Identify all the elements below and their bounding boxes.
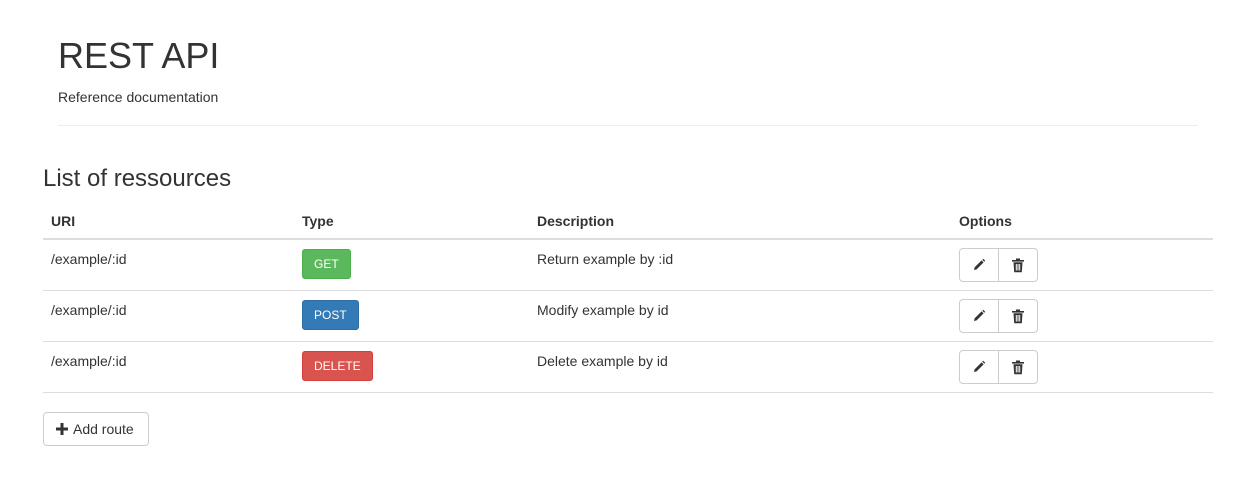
pencil-icon <box>972 258 986 272</box>
edit-button[interactable] <box>959 350 999 384</box>
row-options <box>959 299 1038 333</box>
column-header-type: Type <box>302 213 334 229</box>
edit-button[interactable] <box>959 299 999 333</box>
table-row: /example/:id POST Modify example by id <box>43 291 1213 342</box>
method-badge-post[interactable]: POST <box>302 300 359 330</box>
plus-icon <box>56 423 68 435</box>
method-badge-delete[interactable]: DELETE <box>302 351 373 381</box>
row-options <box>959 350 1038 384</box>
delete-button[interactable] <box>998 299 1038 333</box>
pencil-icon <box>972 360 986 374</box>
add-route-button[interactable]: Add route <box>43 412 149 446</box>
column-header-description: Description <box>537 213 615 229</box>
table-row: /example/:id DELETE Delete example by id <box>43 342 1213 393</box>
trash-icon <box>1011 309 1025 324</box>
trash-icon <box>1011 258 1025 273</box>
route-uri: /example/:id <box>51 353 127 369</box>
route-description: Modify example by id <box>537 302 669 318</box>
page-subtitle: Reference documentation <box>58 89 219 105</box>
route-uri: /example/:id <box>51 251 127 267</box>
route-description: Delete example by id <box>537 353 668 369</box>
pencil-icon <box>972 309 986 323</box>
table-header: URI Type Description Options <box>43 203 1213 240</box>
edit-button[interactable] <box>959 248 999 282</box>
column-header-uri: URI <box>51 213 76 229</box>
route-uri: /example/:id <box>51 302 127 318</box>
column-header-options: Options <box>959 213 1012 229</box>
section-title: List of ressources <box>43 165 232 192</box>
delete-button[interactable] <box>998 350 1038 384</box>
route-description: Return example by :id <box>537 251 674 267</box>
delete-button[interactable] <box>998 248 1038 282</box>
routes-table: URI Type Description Options /example/:i… <box>43 203 1213 393</box>
row-options <box>959 248 1038 282</box>
page-header: REST API Reference documentation <box>58 0 1198 126</box>
method-badge-get[interactable]: GET <box>302 249 351 279</box>
page-title: REST API <box>58 35 220 76</box>
table-row: /example/:id GET Return example by :id <box>43 240 1213 291</box>
add-route-label: Add route <box>73 421 134 437</box>
trash-icon <box>1011 360 1025 375</box>
